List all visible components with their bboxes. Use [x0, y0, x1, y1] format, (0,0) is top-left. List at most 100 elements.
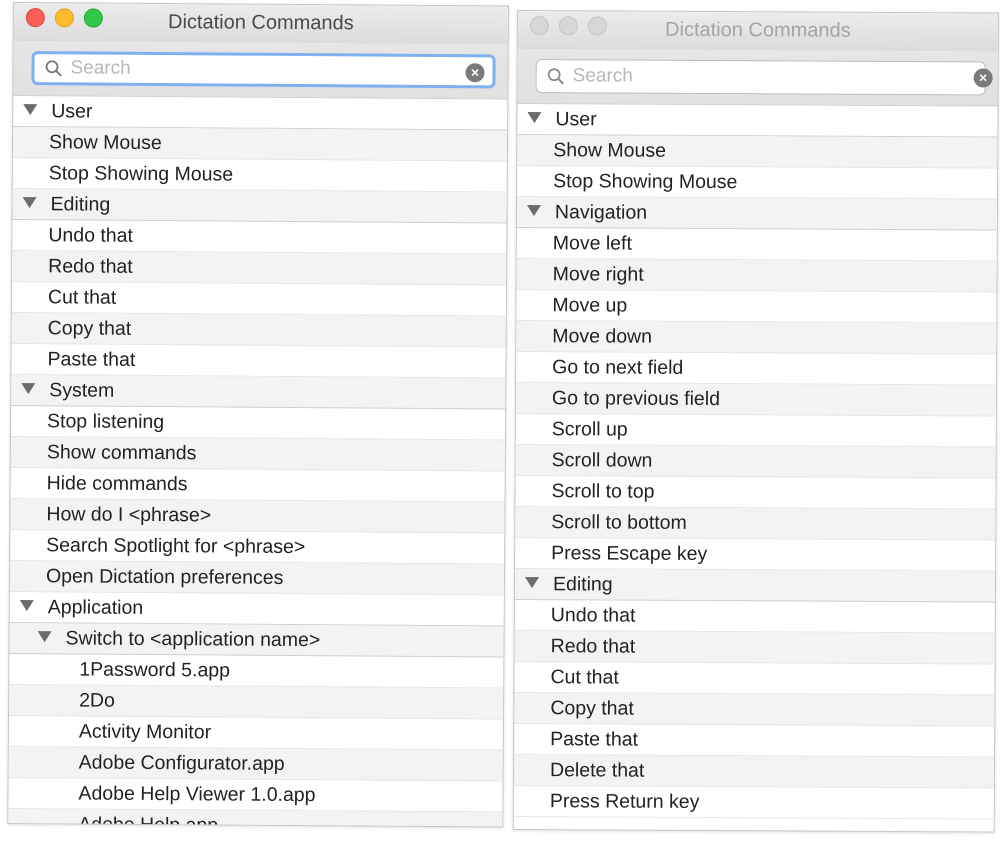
command-group[interactable]: Navigation	[516, 197, 998, 231]
command-item[interactable]: Move down	[516, 321, 997, 355]
command-item[interactable]: Undo that	[514, 599, 995, 634]
command-item[interactable]: Press Escape key	[515, 537, 996, 572]
command-label: Stop Showing Mouse	[553, 170, 738, 194]
clear-search-icon[interactable]: ×	[465, 63, 485, 83]
command-item[interactable]: Redo that	[514, 630, 995, 665]
command-item[interactable]: Show commands	[10, 436, 505, 472]
command-item[interactable]: Open Dictation preferences	[9, 560, 505, 596]
command-label: Show Mouse	[48, 131, 162, 155]
disclosure-triangle-icon[interactable]	[19, 600, 34, 612]
command-item[interactable]: Search Spotlight for <phrase>	[10, 529, 505, 565]
command-label: User	[51, 100, 93, 123]
command-item[interactable]: Copy that	[11, 312, 506, 348]
command-item[interactable]: Hide commands	[10, 467, 505, 503]
command-item[interactable]: Paste that	[514, 723, 995, 758]
command-label: Cut that	[47, 286, 117, 309]
command-item[interactable]: Move left	[516, 228, 997, 262]
command-item[interactable]: Go to previous field	[515, 383, 997, 417]
command-item[interactable]: 1Password 5.app	[9, 653, 504, 689]
command-label: Go to previous field	[551, 387, 721, 411]
search-field[interactable]: ×	[31, 51, 496, 89]
command-label: Search Spotlight for <phrase>	[46, 534, 306, 559]
command-label: Activity Monitor	[78, 720, 212, 744]
command-group[interactable]: Editing	[514, 568, 996, 603]
command-group[interactable]: User	[517, 104, 998, 138]
command-group[interactable]: System	[11, 374, 506, 410]
title-bar[interactable]: Dictation Commands	[517, 11, 998, 52]
commands-list[interactable]: User Show Mouse Stop Showing Mouse Navigati…	[513, 104, 998, 820]
search-icon	[547, 68, 564, 85]
command-label: Go to next field	[552, 356, 684, 379]
disclosure-triangle-icon[interactable]	[21, 383, 36, 395]
command-label: Hide commands	[46, 472, 188, 496]
command-label: Press Escape key	[551, 542, 708, 566]
command-item[interactable]: Undo that	[12, 220, 507, 255]
command-group[interactable]: Application	[9, 591, 504, 627]
command-label: Switch to <application name>	[65, 627, 321, 652]
command-label: Navigation	[554, 201, 648, 224]
command-item[interactable]: Paste that	[11, 343, 506, 379]
disclosure-triangle-icon[interactable]	[23, 104, 38, 116]
search-bar: ×	[517, 49, 998, 107]
window-title: Dictation Commands	[167, 11, 354, 35]
disclosure-triangle-icon[interactable]	[526, 205, 541, 217]
command-item[interactable]: Move up	[516, 290, 997, 324]
command-label: Cut that	[550, 666, 619, 689]
command-item[interactable]: Stop listening	[10, 405, 506, 441]
command-label: Show Mouse	[553, 139, 667, 162]
command-item[interactable]: Move right	[516, 259, 997, 293]
search-input[interactable]	[70, 57, 431, 82]
command-label: Move down	[552, 325, 653, 348]
command-subgroup[interactable]: Switch to <application name>	[9, 622, 504, 658]
command-item[interactable]: Show Mouse	[517, 135, 998, 169]
command-label: Adobe Help.app	[78, 813, 219, 828]
command-item[interactable]: Press Return key	[513, 785, 994, 820]
command-item[interactable]: 2Do	[9, 684, 504, 720]
commands-list[interactable]: User Show Mouse Stop Showing Mouse Editing U…	[8, 96, 508, 828]
title-bar[interactable]: Dictation Commands	[13, 3, 508, 45]
search-input[interactable]	[572, 65, 933, 90]
command-label: System	[49, 379, 115, 402]
command-label: Show commands	[46, 441, 197, 465]
command-item[interactable]: Stop Showing Mouse	[517, 166, 998, 200]
command-item[interactable]: Scroll to bottom	[515, 506, 996, 541]
command-item[interactable]: Adobe Help.app	[8, 808, 503, 828]
command-label: Adobe Help Viewer 1.0.app	[78, 782, 316, 807]
command-item[interactable]: Activity Monitor	[8, 715, 504, 751]
clear-search-icon[interactable]: ×	[973, 68, 993, 88]
command-item[interactable]: Scroll up	[515, 413, 996, 448]
command-item[interactable]: Scroll to top	[515, 475, 996, 510]
disclosure-triangle-icon[interactable]	[37, 631, 52, 643]
disclosure-triangle-icon[interactable]	[22, 197, 37, 209]
command-label: Stop Showing Mouse	[48, 162, 234, 186]
command-label: Open Dictation preferences	[45, 565, 284, 589]
window-title: Dictation Commands	[665, 18, 851, 42]
command-label: Scroll to top	[551, 480, 655, 503]
command-item[interactable]: Cut that	[11, 282, 507, 317]
search-field[interactable]: ×	[535, 59, 993, 96]
command-label: Paste that	[47, 348, 136, 371]
disclosure-triangle-icon[interactable]	[524, 577, 540, 589]
command-item[interactable]: Adobe Help Viewer 1.0.app	[8, 777, 503, 813]
command-item[interactable]: How do I <phrase>	[10, 498, 505, 534]
command-label: Paste that	[550, 728, 639, 751]
command-group[interactable]: Editing	[12, 189, 507, 224]
command-label: Move left	[552, 232, 632, 255]
disclosure-triangle-icon[interactable]	[527, 112, 542, 124]
command-item[interactable]: Adobe Configurator.app	[8, 746, 503, 782]
command-item[interactable]: Scroll down	[515, 444, 996, 479]
command-item[interactable]: Redo that	[12, 251, 507, 286]
command-item[interactable]: Show Mouse	[12, 127, 508, 162]
command-label: Adobe Configurator.app	[78, 751, 285, 775]
search-icon	[45, 60, 62, 77]
command-label: How do I <phrase>	[46, 503, 212, 527]
command-label: Undo that	[550, 604, 636, 627]
command-item[interactable]: Copy that	[514, 692, 995, 727]
command-label: Copy that	[47, 317, 132, 340]
command-label: Redo that	[550, 635, 636, 658]
command-item[interactable]: Go to next field	[516, 352, 997, 386]
command-item[interactable]: Stop Showing Mouse	[12, 158, 507, 193]
command-group[interactable]: User	[13, 96, 508, 131]
command-item[interactable]: Delete that	[513, 754, 995, 789]
command-item[interactable]: Cut that	[514, 661, 995, 696]
